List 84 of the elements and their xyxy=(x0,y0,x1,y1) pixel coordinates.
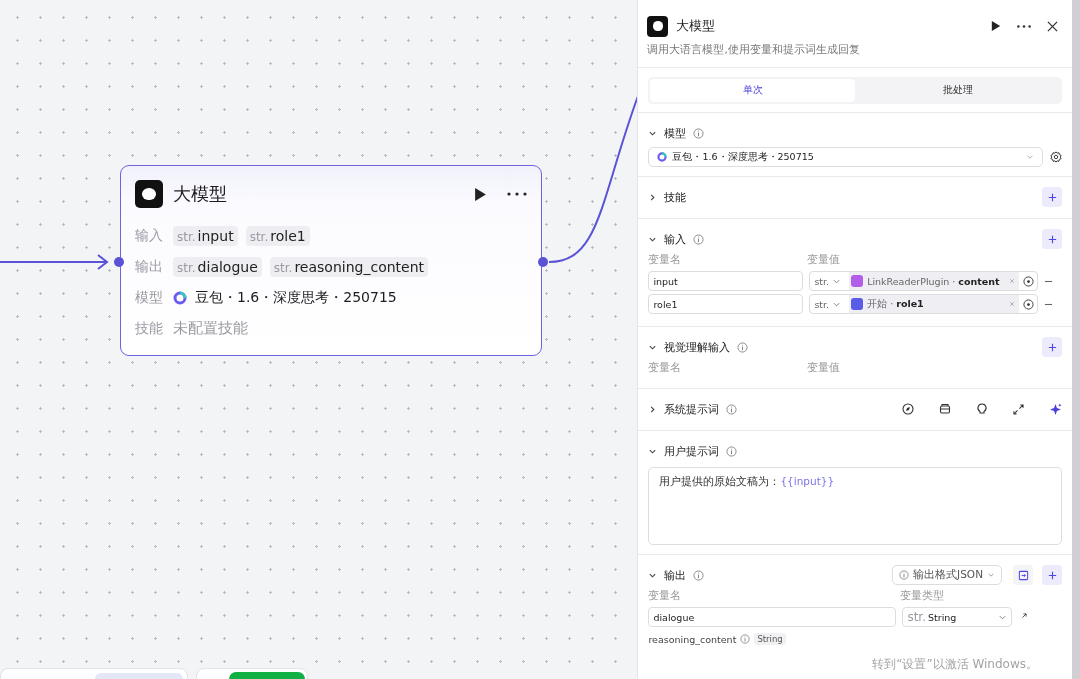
scrollbar[interactable] xyxy=(1072,0,1080,679)
row-label: 技能 xyxy=(135,319,164,338)
section-title: 输出 xyxy=(664,567,687,583)
llm-node[interactable]: 大模型 输入 str.input str.role1 输出 str.dialogue str.reasoning_content 模型 豆包・1.6・深度思考・250715 技能 未配置技能 xyxy=(120,165,542,356)
add-button[interactable] xyxy=(1042,229,1062,249)
plus-icon xyxy=(1046,569,1058,581)
section-title: 输入 xyxy=(664,231,687,247)
variable-tag: str.role1 xyxy=(245,225,310,246)
skill-value: 未配置技能 xyxy=(173,319,248,338)
model-icon xyxy=(657,152,668,162)
variable-tag: str.reasoning_content xyxy=(269,256,429,277)
import-button[interactable] xyxy=(1013,565,1033,585)
compass-icon[interactable] xyxy=(902,403,914,415)
robot-icon xyxy=(135,180,163,208)
more-icon[interactable] xyxy=(507,192,527,196)
section-title: 系统提示词 xyxy=(664,401,720,417)
plus-icon xyxy=(1046,233,1058,245)
chevron-right-icon[interactable] xyxy=(648,192,658,202)
chevron-right-icon[interactable] xyxy=(648,404,658,414)
model-select[interactable]: 豆包・1.6・深度思考・250715 xyxy=(648,147,1043,167)
output-name: reasoning_content xyxy=(648,633,737,645)
variable-tag: str.dialogue xyxy=(173,256,262,277)
input-port[interactable] xyxy=(114,257,124,267)
name-field[interactable]: dialogue xyxy=(648,607,897,627)
type-select[interactable]: str. String xyxy=(902,607,1013,627)
row-label: 输入 xyxy=(135,226,164,245)
plus-icon xyxy=(1046,191,1058,203)
name-field[interactable]: role1 xyxy=(648,294,804,314)
column-header: 变量值 xyxy=(807,361,841,375)
row-label: 输出 xyxy=(135,257,164,276)
section-title: 视觉理解输入 xyxy=(664,339,731,355)
tab[interactable]: 单次 xyxy=(650,79,856,102)
column-header: 变量类型 xyxy=(900,589,945,603)
info-icon[interactable] xyxy=(726,445,738,457)
section-title: 技能 xyxy=(664,189,687,205)
more-icon[interactable] xyxy=(1017,24,1031,28)
add-button[interactable] xyxy=(1042,565,1062,585)
info-icon[interactable] xyxy=(693,569,705,581)
info-icon[interactable] xyxy=(693,127,705,139)
variable-tag: str.input xyxy=(173,225,238,246)
section-title: 用户提示词 xyxy=(664,443,720,459)
caret-icon xyxy=(1026,153,1034,161)
activation-notice: 转到“设置”以激活 Windows。 xyxy=(872,656,1038,673)
column-header: 变量名 xyxy=(648,589,683,603)
close-icon[interactable] xyxy=(1047,20,1058,32)
plus-icon xyxy=(1046,341,1058,353)
row-label: 模型 xyxy=(135,288,164,307)
model-icon xyxy=(173,290,187,305)
import-icon xyxy=(1017,569,1029,581)
target-icon[interactable] xyxy=(1023,298,1035,310)
type-tag: String xyxy=(754,633,786,645)
expand-icon[interactable] xyxy=(1013,403,1024,415)
play-icon[interactable] xyxy=(991,20,1001,32)
panel-title: 大模型 xyxy=(676,17,716,35)
node-title: 大模型 xyxy=(173,182,227,206)
robot-icon xyxy=(647,15,669,37)
value-field[interactable]: str. LinkReaderPlugin · content xyxy=(809,271,1039,291)
info-icon[interactable] xyxy=(737,341,749,353)
caret-icon xyxy=(987,571,995,579)
reference-text: 开始 · role1 xyxy=(867,297,924,311)
column-header: 变量名 xyxy=(648,361,683,375)
panel-description: 调用大语言模型,使用变量和提示词生成回复 xyxy=(638,37,1072,68)
output-port[interactable] xyxy=(538,257,548,267)
library-icon[interactable] xyxy=(939,403,951,415)
name-field[interactable]: input xyxy=(648,271,804,291)
column-header: 变量值 xyxy=(807,253,841,267)
column-header: 变量名 xyxy=(648,253,683,267)
reference-text: LinkReaderPlugin · content xyxy=(867,275,1000,287)
model-name: 豆包・1.6・深度思考・250715 xyxy=(195,288,397,307)
value-field[interactable]: str. 开始 · role1 xyxy=(809,294,1039,314)
play-icon[interactable] xyxy=(474,186,487,202)
info-icon xyxy=(899,570,910,580)
add-button[interactable] xyxy=(1042,187,1062,207)
tab[interactable]: 批处理 xyxy=(855,79,1060,102)
info-icon[interactable] xyxy=(726,403,738,415)
lightbulb-icon[interactable] xyxy=(976,403,988,415)
settings-icon[interactable] xyxy=(1050,151,1062,163)
section-title: 模型 xyxy=(664,125,687,141)
prompt-editor[interactable]: 用户提供的原始文稿为：{{input}} xyxy=(648,467,1062,545)
format-dropdown[interactable]: 输出格式JSON xyxy=(892,565,1002,585)
sparkle-icon[interactable] xyxy=(1049,402,1062,416)
target-icon[interactable] xyxy=(1023,275,1035,287)
info-icon[interactable] xyxy=(693,233,705,245)
add-button[interactable] xyxy=(1042,337,1062,357)
